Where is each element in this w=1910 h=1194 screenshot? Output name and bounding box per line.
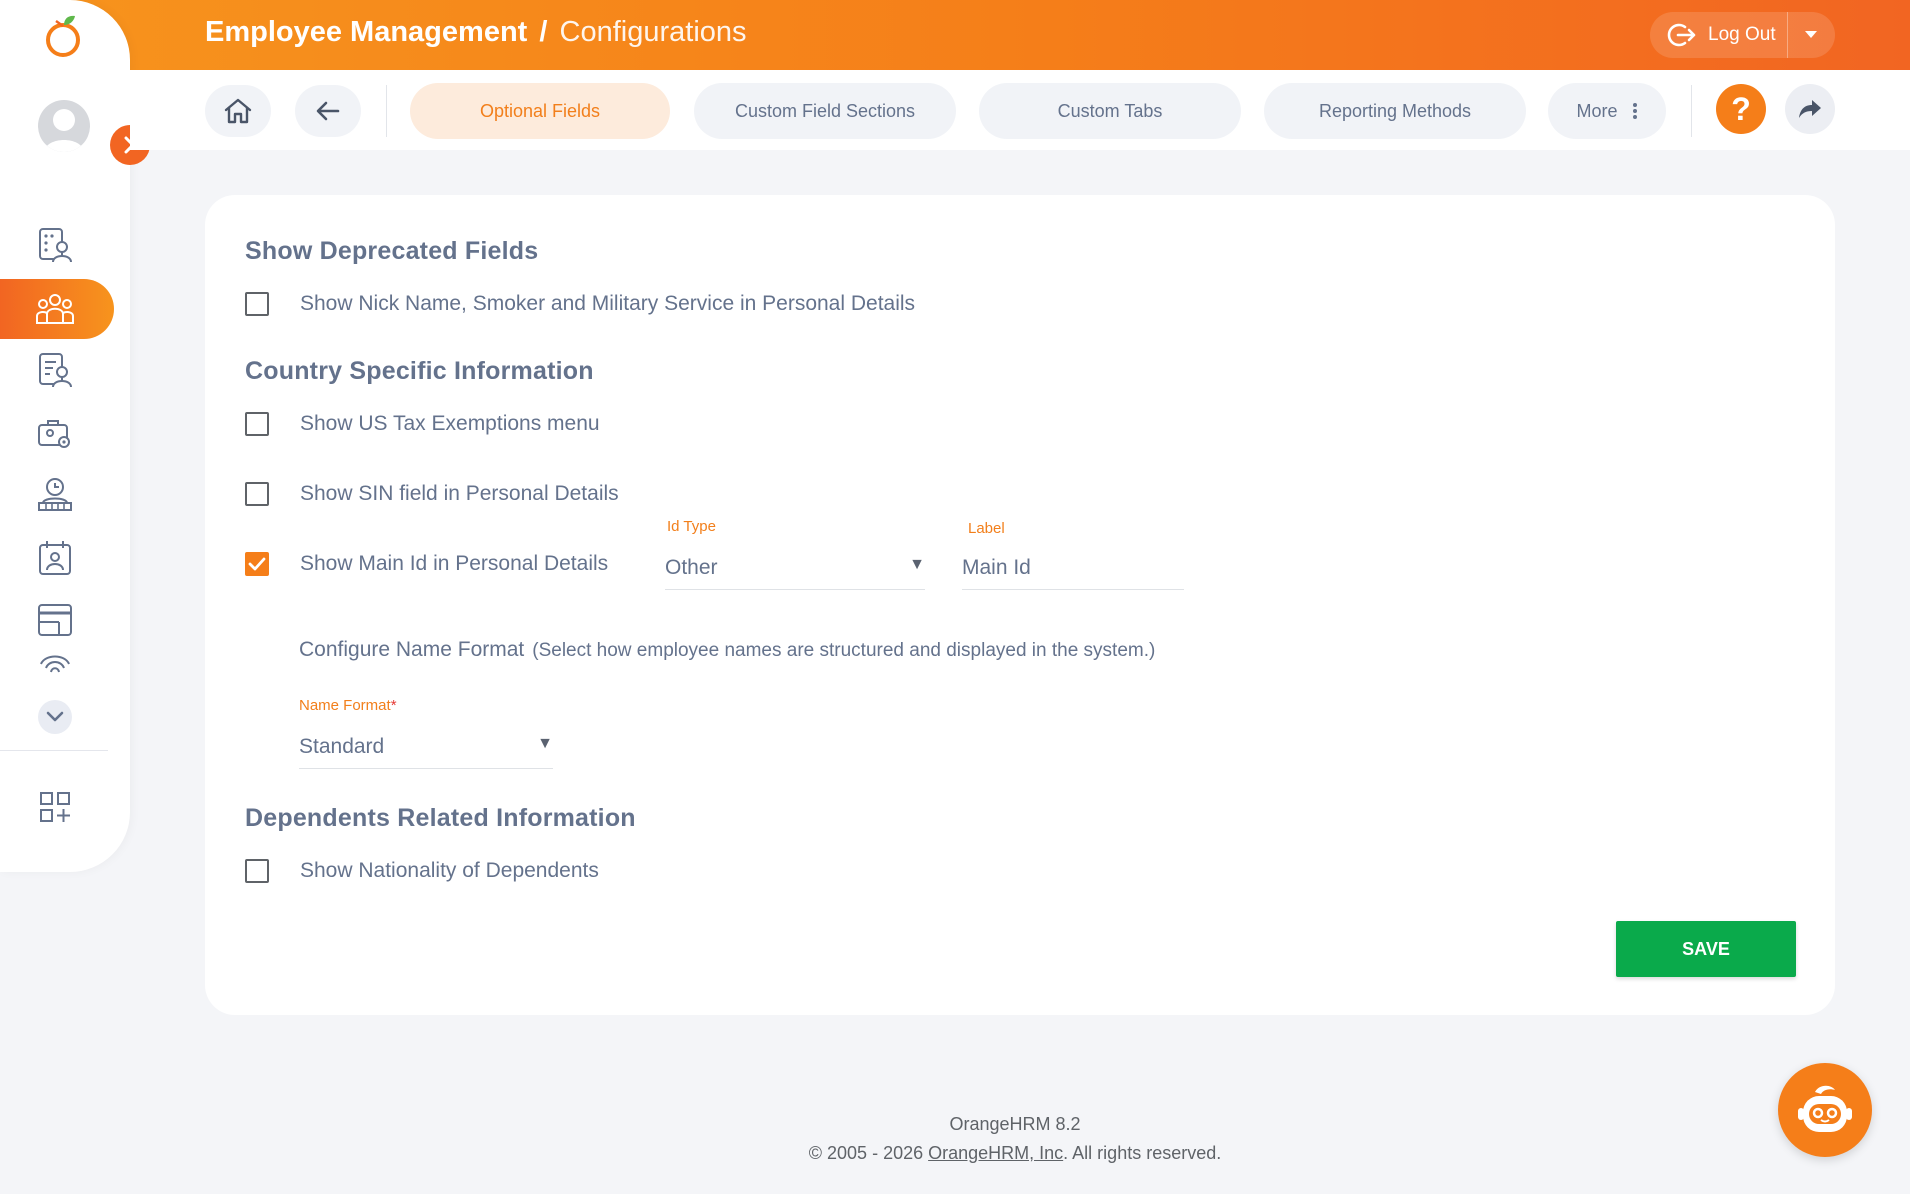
required-marker: * [390, 697, 397, 714]
name-format-label: Name Format* [299, 697, 553, 714]
tab-custom-field-sections[interactable]: Custom Field Sections [694, 83, 956, 139]
us-tax-checkbox[interactable] [245, 412, 269, 436]
checkmark-icon [248, 557, 266, 571]
sidebar-item-reports[interactable] [0, 340, 130, 400]
assistant-bot-button[interactable] [1778, 1063, 1872, 1157]
biometrics-icon [40, 655, 70, 673]
id-type-select[interactable]: Other ▼ [665, 546, 925, 590]
checkbox-row-us-tax: Show US Tax Exemptions menu [245, 409, 600, 439]
back-arrow-icon [316, 101, 340, 121]
optional-fields-card: Show Deprecated Fields Show Nick Name, S… [205, 195, 1835, 1015]
tab-more-label: More [1576, 100, 1618, 121]
checkbox-row-sin: Show SIN field in Personal Details [245, 479, 619, 509]
sin-label: Show SIN field in Personal Details [300, 482, 619, 505]
share-button[interactable] [1785, 84, 1835, 134]
help-button[interactable]: ? [1716, 84, 1766, 134]
sidebar-item-leave[interactable] [0, 528, 130, 588]
dropdown-arrow-icon: ▼ [909, 556, 925, 573]
id-label-label: Label [968, 520, 1005, 537]
nick-name-label: Show Nick Name, Smoker and Military Serv… [300, 292, 916, 315]
chevron-down-icon[interactable] [1787, 12, 1835, 58]
top-bar: Employee Management / Configurations Log… [0, 0, 1910, 70]
breadcrumb-page: Configurations [559, 16, 747, 48]
copyright-prefix: © 2005 - 2026 [808, 1143, 929, 1163]
recruitment-icon [38, 420, 70, 448]
apps-grid-icon [40, 792, 70, 822]
logout-icon [1662, 12, 1702, 58]
tab-custom-tabs[interactable]: Custom Tabs [979, 83, 1241, 139]
name-format-field: Name Format* Standard ▼ [299, 697, 553, 777]
toolbar-divider [1691, 85, 1692, 137]
breadcrumb-separator: / [539, 16, 548, 48]
sidebar-divider [0, 750, 108, 751]
main-id-checkbox[interactable] [245, 552, 269, 576]
sidebar-more-button[interactable] [38, 700, 72, 734]
reports-icon [39, 353, 72, 388]
home-icon [224, 98, 252, 124]
id-type-label: Id Type [667, 518, 716, 535]
tab-optional-fields[interactable]: Optional Fields [410, 83, 670, 139]
id-label-field: Label Main Id [962, 520, 1184, 600]
logout-label: Log Out [1708, 24, 1776, 45]
nationality-label: Show Nationality of Dependents [300, 859, 599, 882]
name-format-select[interactable]: Standard ▼ [299, 725, 553, 769]
help-icon: ? [1731, 90, 1751, 127]
name-format-label-text: Name Format [299, 697, 391, 714]
breadcrumb-module[interactable]: Employee Management [205, 16, 527, 48]
company-link[interactable]: OrangeHRM, Inc [928, 1143, 1063, 1163]
back-button[interactable] [295, 85, 361, 137]
id-type-value: Other [665, 555, 718, 579]
checkbox-row-nick-name: Show Nick Name, Smoker and Military Serv… [245, 289, 915, 319]
sidebar-item-biometrics[interactable] [0, 650, 130, 680]
footer-version: OrangeHRM 8.2 [949, 1114, 1081, 1134]
app-launcher-button[interactable] [38, 790, 72, 824]
leave-icon [39, 541, 71, 575]
section-title-dependents: Dependents Related Information [245, 804, 636, 832]
section-title-deprecated: Show Deprecated Fields [245, 237, 539, 265]
name-format-note: Configure Name Format (Select how employ… [299, 638, 1155, 662]
share-icon [1799, 100, 1821, 118]
name-format-description: (Select how employee names are structure… [532, 640, 1156, 661]
tab-more[interactable]: More [1548, 83, 1666, 139]
main-id-label: Show Main Id in Personal Details [300, 552, 609, 575]
tab-reporting-methods[interactable]: Reporting Methods [1264, 83, 1526, 139]
logout-button[interactable]: Log Out [1650, 12, 1835, 58]
footer-copyright: © 2005 - 2026 OrangeHRM, Inc. All rights… [170, 1143, 1860, 1164]
sidebar-item-time[interactable] [0, 465, 130, 525]
orangehrm-logo-icon[interactable] [42, 12, 86, 58]
id-type-field: Id Type Other ▼ [665, 518, 925, 598]
avatar[interactable] [38, 100, 90, 152]
robot-assistant-icon [1798, 1085, 1852, 1132]
breadcrumb: Employee Management / Configurations [205, 16, 747, 49]
toolbar: Optional Fields Custom Field Sections Cu… [130, 70, 1910, 150]
us-tax-label: Show US Tax Exemptions menu [300, 412, 600, 435]
checkbox-row-main-id: Show Main Id in Personal Details [245, 549, 608, 579]
name-format-title: Configure Name Format [299, 638, 525, 661]
time-icon [38, 478, 72, 511]
save-button[interactable]: SAVE [1616, 921, 1796, 977]
nick-name-checkbox[interactable] [245, 292, 269, 316]
id-label-value: Main Id [962, 555, 1031, 579]
sin-checkbox[interactable] [245, 482, 269, 506]
employee-management-icon [36, 294, 74, 324]
home-button[interactable] [205, 85, 271, 137]
footer: OrangeHRM 8.2 © 2005 - 2026 OrangeHRM, I… [170, 1114, 1860, 1164]
copyright-suffix: . All rights reserved. [1063, 1143, 1222, 1163]
sidebar-item-directory[interactable] [0, 215, 130, 275]
chevron-down-icon [46, 711, 64, 722]
directory-icon [39, 228, 72, 263]
dropdown-arrow-icon: ▼ [537, 735, 553, 752]
sidebar-item-recruitment[interactable] [0, 403, 130, 463]
nationality-checkbox[interactable] [245, 859, 269, 883]
sidebar-item-payroll[interactable] [0, 590, 130, 650]
checkbox-row-nationality: Show Nationality of Dependents [245, 856, 599, 886]
id-label-input[interactable]: Main Id [962, 546, 1184, 590]
payroll-icon [38, 604, 72, 636]
sidebar [0, 0, 150, 872]
section-title-country: Country Specific Information [245, 357, 594, 385]
name-format-value: Standard [299, 734, 385, 758]
sidebar-item-employee-management[interactable] [0, 279, 114, 339]
toolbar-divider [386, 85, 387, 137]
kebab-menu-icon [1632, 103, 1637, 119]
